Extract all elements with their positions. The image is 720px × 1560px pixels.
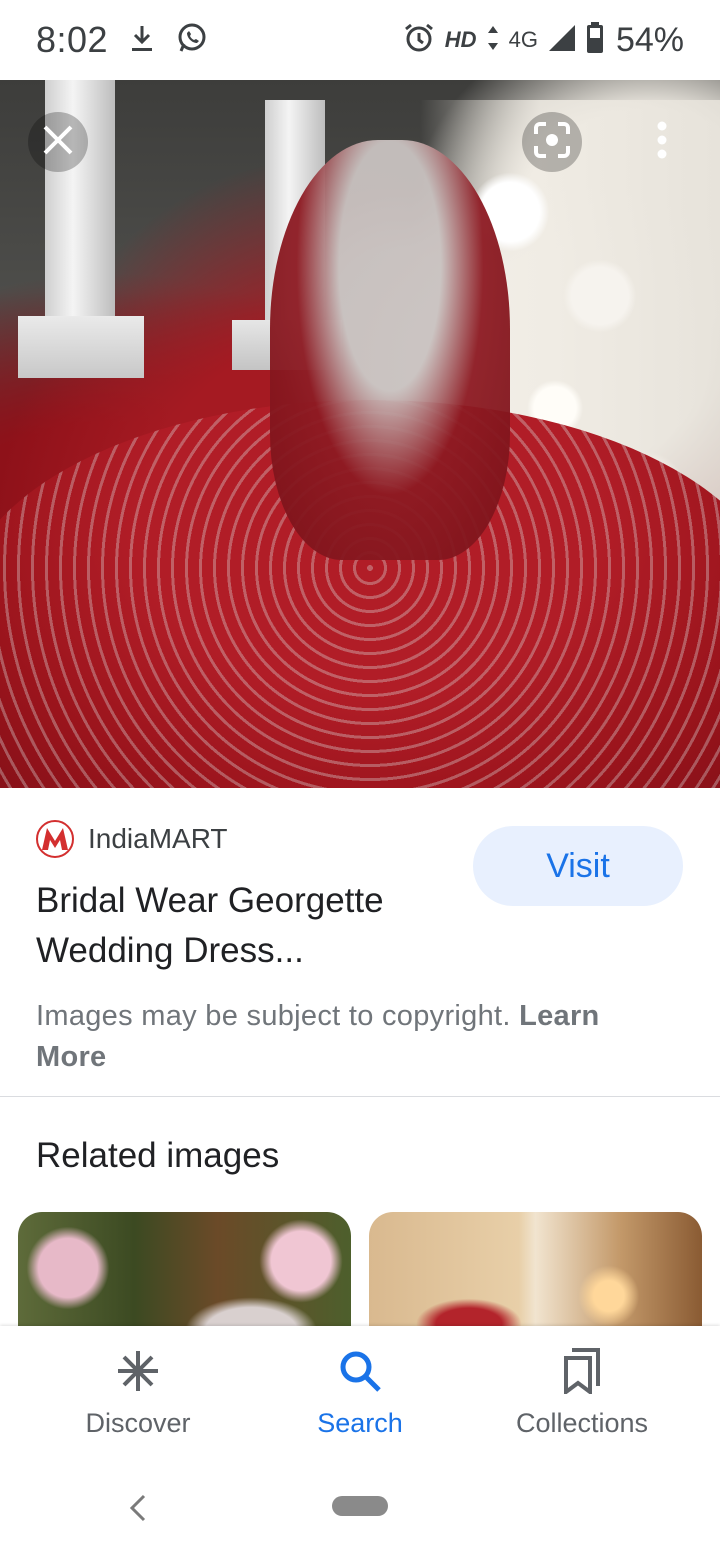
divider bbox=[0, 1096, 720, 1097]
close-icon bbox=[41, 123, 75, 162]
result-info: IndiaMART Bridal Wear Georgette Wedding … bbox=[0, 788, 720, 1096]
lens-button[interactable] bbox=[522, 112, 582, 172]
whatsapp-icon bbox=[176, 22, 208, 59]
back-chevron-icon bbox=[124, 1494, 154, 1530]
source-name: IndiaMART bbox=[88, 823, 228, 854]
related-images-heading: Related images bbox=[36, 1136, 280, 1175]
battery-icon bbox=[586, 21, 604, 59]
result-title[interactable]: Bridal Wear Georgette Wedding Dress... bbox=[36, 876, 456, 976]
download-icon bbox=[130, 24, 154, 57]
image-bride bbox=[270, 140, 510, 560]
close-button[interactable] bbox=[28, 112, 88, 172]
nav-collections[interactable]: Collections bbox=[462, 1326, 702, 1456]
search-icon bbox=[338, 1346, 382, 1396]
image-pillar-left-base bbox=[18, 316, 144, 378]
alarm-icon bbox=[403, 22, 435, 59]
battery-percent: 54% bbox=[615, 20, 684, 59]
network-type: 4G bbox=[508, 27, 538, 52]
nav-discover[interactable]: Discover bbox=[18, 1326, 258, 1456]
more-vert-icon bbox=[656, 120, 668, 165]
hd-indicator: HD bbox=[444, 27, 477, 52]
system-nav-bar bbox=[0, 1456, 720, 1560]
status-bar: 8:02 HD 4G 54% bbox=[0, 0, 720, 80]
nav-discover-label: Discover bbox=[85, 1408, 191, 1438]
status-time: 8:02 bbox=[36, 19, 109, 60]
screen: 8:02 HD 4G 54% IndiaMART Bridal Wear Geo… bbox=[0, 0, 720, 1560]
collections-icon bbox=[562, 1346, 602, 1396]
discover-asterisk-icon bbox=[116, 1346, 160, 1396]
status-right: HD 4G 54% bbox=[403, 21, 684, 60]
signal-icon bbox=[548, 24, 576, 57]
system-back-button[interactable] bbox=[124, 1490, 154, 1526]
result-image[interactable] bbox=[0, 80, 720, 788]
lens-icon bbox=[532, 120, 572, 165]
nav-collections-label: Collections bbox=[515, 1408, 649, 1438]
more-options-button[interactable] bbox=[632, 112, 692, 172]
data-arrows-icon bbox=[487, 25, 499, 56]
bottom-nav: Discover Search Collections bbox=[0, 1326, 720, 1456]
status-left: 8:02 bbox=[36, 19, 208, 61]
system-home-pill[interactable] bbox=[332, 1496, 388, 1516]
source[interactable]: IndiaMART bbox=[36, 820, 228, 858]
nav-search-label: Search bbox=[317, 1408, 403, 1438]
indiamart-logo-icon bbox=[36, 820, 74, 858]
copyright-text: Images may be subject to copyright. bbox=[36, 1000, 520, 1032]
nav-search[interactable]: Search bbox=[240, 1326, 480, 1456]
visit-button[interactable]: Visit bbox=[473, 826, 683, 906]
copyright-notice: Images may be subject to copyright. Lear… bbox=[36, 996, 676, 1078]
